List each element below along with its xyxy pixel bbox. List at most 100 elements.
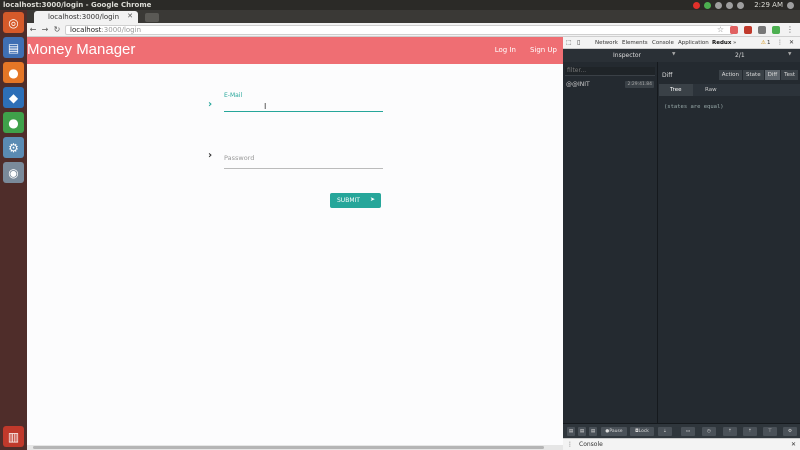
network-icon[interactable] [715,1,723,9]
action-name: @@INIT [566,81,590,88]
chrome-icon[interactable]: ● [3,112,24,133]
signup-link[interactable]: Sign Up [530,46,557,54]
import-icon[interactable]: ⇡ [743,427,757,436]
slider-icon[interactable]: ◷ [702,427,716,436]
extension-icon[interactable] [730,25,738,34]
devtools-tabs: ⬚ ▯ Network Elements Console Application… [563,37,800,49]
export-icon[interactable]: ⇡ [723,427,737,436]
submit-button[interactable]: SUBMIT ➤ [330,193,381,208]
tab-test[interactable]: Test [781,70,798,80]
devtools-menu-icon[interactable]: ⋮ [777,39,783,46]
record-icon[interactable] [693,1,701,9]
diff-result: (states are equal) [664,104,724,110]
dispatcher-icon[interactable]: ▭ [681,427,695,436]
action-time: 2:29:41.84 [625,81,654,88]
close-icon[interactable]: ✕ [791,441,796,448]
filter-input[interactable]: filter... [565,67,655,76]
submit-label: SUBMIT [337,197,360,204]
chevron-right-icon: › [208,150,213,161]
tab-tree[interactable]: Tree [670,87,681,93]
ubuntu-dash-icon[interactable]: ◎ [3,12,24,33]
settings-icon[interactable]: ⚙ [783,427,797,436]
password-input[interactable]: Password [224,154,383,162]
scrollbar-thumb[interactable] [33,446,544,449]
action-item[interactable]: @@INIT 2:29:41.84 [566,81,654,88]
volume-icon[interactable] [737,1,745,9]
address-bar[interactable]: localhost:3000/login [65,25,733,35]
lock-button[interactable]: ◘ Lock [630,427,654,436]
password-field[interactable]: Password [224,154,383,169]
persist-icon[interactable]: ⇣ [658,427,672,436]
files-icon[interactable]: ▤ [3,37,24,58]
remote-icon[interactable]: ⊤ [763,427,777,436]
app-title[interactable]: Money Manager [27,41,135,58]
sub-tabs: Tree Raw [659,84,800,96]
tab-console[interactable]: Console [652,40,674,46]
new-tab-button[interactable] [145,13,159,22]
forward-icon[interactable]: → [39,25,51,34]
tab-application[interactable]: Application [678,40,709,46]
menu-icon[interactable]: ⋮ [786,25,794,34]
devtools-footer: ▤ ▤ ▤ ● Pause ◘ Lock ⇣ ▭ ◷ ⇡ ⇡ ⊤ ⚙ [563,423,800,438]
window-title: localhost:3000/login - Google Chrome [3,1,152,9]
launcher: ◎ ▤ ● ◆ ● ⚙ ◉ ▥ [0,10,27,450]
vscode-icon[interactable]: ◆ [3,87,24,108]
chrome-tray-icon[interactable] [704,1,712,9]
warning-icon[interactable]: ⚠ [761,40,766,46]
browser-tab[interactable]: localhost:3000/login ✕ [34,11,138,23]
inspector-icon[interactable]: ▤ [589,427,597,436]
action-list: filter... @@INIT 2:29:41.84 [563,62,658,423]
drawer-menu-icon[interactable]: ⋮ [567,441,573,448]
more-tabs-icon[interactable]: » [733,40,736,46]
close-icon[interactable]: ✕ [789,39,794,46]
tab-network[interactable]: Network [595,40,618,46]
instance-select[interactable]: 2/1 [735,52,745,59]
chevron-down-icon[interactable]: ▼ [672,52,675,57]
select-element-icon[interactable]: ⬚ [566,39,572,46]
system-icon[interactable]: ◉ [3,162,24,183]
chevron-right-icon: › [208,99,213,110]
url-path: :3000/login [101,26,142,34]
tab-state[interactable]: State [743,70,764,80]
text-cursor-icon: I [264,102,267,111]
email-field[interactable]: E-Mail I [224,92,383,112]
send-icon: ➤ [369,196,375,203]
extension-icon[interactable] [744,25,752,34]
horizontal-scrollbar[interactable] [27,445,563,450]
tab-strip: localhost:3000/login ✕ [27,10,800,23]
keyboard-icon[interactable] [726,1,734,9]
pause-label: Pause [609,429,623,434]
chart-icon[interactable]: ▤ [567,427,575,436]
console-drawer[interactable]: ⋮ Console ✕ [563,438,800,450]
os-top-bar: localhost:3000/login - Google Chrome 2:2… [0,0,800,10]
log-icon[interactable]: ▤ [578,427,586,436]
extension-icon[interactable] [758,25,766,34]
extension-icons: ☆ ⋮ [717,25,794,34]
redux-instance-bar: Inspector ▼ 2/1 ▼ [563,49,800,62]
clock[interactable]: 2:29 AM [754,1,783,9]
power-icon[interactable] [787,1,794,9]
extension-icon[interactable] [772,25,780,34]
bookmark-icon[interactable]: ☆ [717,25,724,34]
firefox-icon[interactable]: ● [3,62,24,83]
tab-raw[interactable]: Raw [705,87,717,93]
settings-icon[interactable]: ⚙ [3,137,24,158]
device-toggle-icon[interactable]: ▯ [577,39,580,46]
email-input[interactable]: I [224,99,383,111]
trash-icon[interactable]: ▥ [3,426,24,447]
reload-icon[interactable]: ↻ [51,25,63,34]
console-label: Console [579,441,603,448]
tab-elements[interactable]: Elements [622,40,648,46]
back-icon[interactable]: ← [27,25,39,34]
chevron-down-icon[interactable]: ▼ [788,52,791,57]
close-icon[interactable]: ✕ [127,12,133,20]
tab-redux[interactable]: Redux [712,40,731,46]
login-link[interactable]: Log In [495,46,516,54]
devtools-panel: ⬚ ▯ Network Elements Console Application… [563,37,800,450]
pause-button[interactable]: ● Pause [601,427,627,436]
browser-toolbar: ← → ↻ localhost:3000/login ☆ ⋮ [27,23,800,37]
tab-action[interactable]: Action [718,70,743,80]
inspector-select[interactable]: Inspector [613,52,641,59]
tab-diff[interactable]: Diff [764,70,781,80]
app-nav: Log In Sign Up [495,46,557,54]
